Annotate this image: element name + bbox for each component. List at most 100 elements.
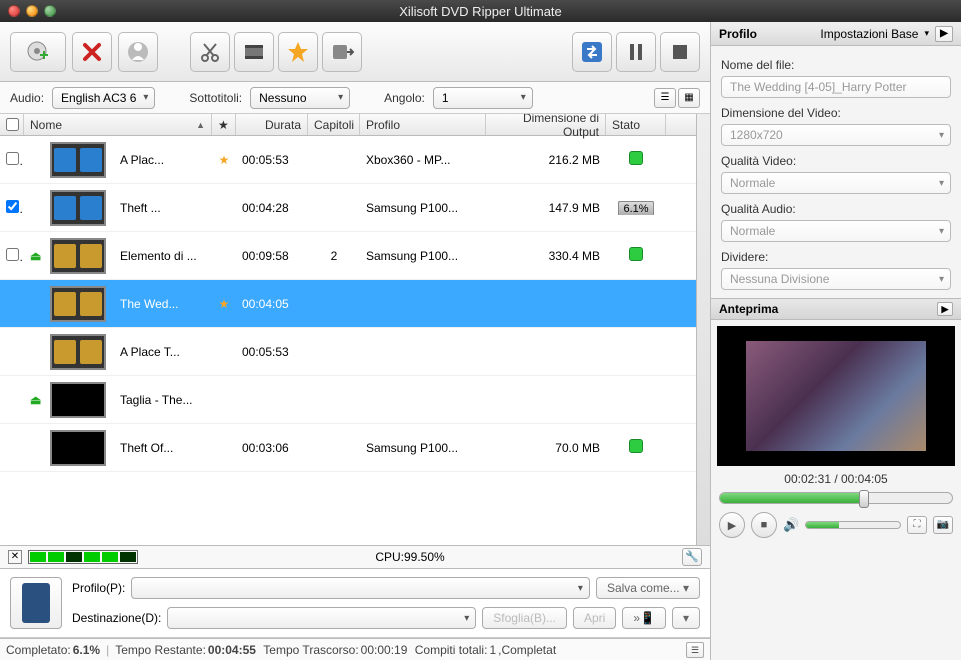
close-cpu-icon[interactable]: ✕: [8, 550, 22, 564]
status-bar: Completato: 6.1% | Tempo Restante: 00:04…: [0, 638, 710, 660]
video-q-select[interactable]: Normale: [721, 172, 951, 194]
col-profile[interactable]: Profilo: [360, 114, 486, 135]
info-button[interactable]: [118, 32, 158, 72]
status-ready-icon: [629, 247, 643, 261]
fullscreen-button[interactable]: ⛶: [907, 516, 927, 534]
tab-profile[interactable]: Profilo: [719, 27, 757, 41]
favorites-button[interactable]: [278, 32, 318, 72]
profile-select[interactable]: [131, 577, 590, 599]
vertical-scrollbar[interactable]: [696, 114, 710, 545]
file-table: Nome ★ Durata Capitoli Profilo Dimension…: [0, 114, 696, 545]
pause-button[interactable]: [616, 32, 656, 72]
row-name: Theft ...: [114, 201, 212, 215]
row-checkbox[interactable]: [6, 152, 19, 165]
split-select[interactable]: Nessuna Divisione: [721, 268, 951, 290]
snapshot-button[interactable]: 📷: [933, 516, 953, 534]
profile-label: Profilo(P):: [72, 581, 125, 595]
browse-button[interactable]: Sfoglia(B)...: [482, 607, 567, 629]
preview-time: 00:02:31 / 00:04:05: [717, 472, 955, 486]
send-to-device-button[interactable]: »📱: [622, 607, 666, 629]
col-chapters[interactable]: Capitoli: [308, 114, 360, 135]
col-duration[interactable]: Durata: [236, 114, 308, 135]
status-tasks-label: Compiti totali:: [415, 643, 488, 657]
panel-collapse-button[interactable]: ▶: [935, 26, 953, 42]
row-checkbox[interactable]: [6, 200, 19, 213]
open-button[interactable]: Apri: [573, 607, 616, 629]
minimize-window-icon[interactable]: [26, 5, 38, 17]
stop-preview-button[interactable]: ■: [751, 512, 777, 538]
row-checkbox[interactable]: [6, 248, 19, 261]
view-list-button[interactable]: ☰: [654, 88, 676, 108]
table-row[interactable]: Theft Of...00:03:06Samsung P100...70.0 M…: [0, 424, 696, 472]
export-button[interactable]: [322, 32, 362, 72]
status-completed-label: Completato:: [6, 643, 71, 657]
status-elapsed-value: 00:00:19: [361, 643, 408, 657]
destination-select[interactable]: [167, 607, 476, 629]
filename-label: Nome del file:: [721, 58, 951, 72]
angle-select[interactable]: 1: [433, 87, 533, 109]
row-profile: Xbox360 - MP...: [360, 153, 486, 167]
eject-icon: ⏏: [30, 249, 42, 263]
status-remaining-label: Tempo Restante:: [115, 643, 206, 657]
save-as-button[interactable]: Salva come... ▾: [596, 577, 700, 599]
task-list-button[interactable]: ☰: [686, 642, 704, 658]
star-icon[interactable]: ★: [219, 153, 230, 167]
select-all-checkbox[interactable]: [6, 118, 19, 131]
cpu-settings-button[interactable]: 🔧: [682, 548, 702, 566]
window-titlebar: Xilisoft DVD Ripper Ultimate: [0, 0, 961, 22]
cut-button[interactable]: [190, 32, 230, 72]
send-settings-button[interactable]: ▾: [672, 607, 700, 629]
effects-button[interactable]: [234, 32, 274, 72]
preview-collapse-button[interactable]: ▶: [937, 302, 953, 316]
zoom-window-icon[interactable]: [44, 5, 56, 17]
table-row[interactable]: ⏏Elemento di ...00:09:582Samsung P100...…: [0, 232, 696, 280]
preview-progress[interactable]: [719, 492, 953, 504]
video-dim-select[interactable]: 1280x720: [721, 124, 951, 146]
table-row[interactable]: The Wed...★00:04:05: [0, 280, 696, 328]
row-profile: Samsung P100...: [360, 249, 486, 263]
audio-q-select[interactable]: Normale: [721, 220, 951, 242]
profile-dest-row: Profilo(P): Salva come... ▾ Destinazione…: [0, 569, 710, 638]
filename-field[interactable]: The Wedding [4-05]_Harry Potter: [721, 76, 951, 98]
audio-select[interactable]: English AC3 6: [52, 87, 155, 109]
row-name: Elemento di ...: [114, 249, 212, 263]
device-thumbnail: [10, 577, 62, 629]
play-button[interactable]: ▶: [719, 512, 745, 538]
add-disc-button[interactable]: [10, 32, 66, 72]
volume-slider[interactable]: [805, 521, 901, 529]
row-duration: 00:05:53: [236, 345, 308, 359]
row-name: Taglia - The...: [114, 393, 212, 407]
row-output: 70.0 MB: [486, 441, 606, 455]
col-status[interactable]: Stato: [606, 114, 666, 135]
star-icon[interactable]: ★: [219, 297, 230, 311]
subtitle-select[interactable]: Nessuno: [250, 87, 350, 109]
table-row[interactable]: A Place T...00:05:53: [0, 328, 696, 376]
convert-button[interactable]: [572, 32, 612, 72]
table-row[interactable]: Theft ...00:04:28Samsung P100...147.9 MB…: [0, 184, 696, 232]
thumbnail-icon: [50, 334, 106, 370]
row-output: 147.9 MB: [486, 201, 606, 215]
table-row[interactable]: ⏏ Taglia - The...: [0, 376, 696, 424]
thumbnail-icon: [50, 382, 106, 418]
stop-button[interactable]: [660, 32, 700, 72]
delete-button[interactable]: [72, 32, 112, 72]
preview-viewport[interactable]: [717, 326, 955, 466]
row-profile: Samsung P100...: [360, 201, 486, 215]
row-duration: 00:03:06: [236, 441, 308, 455]
close-window-icon[interactable]: [8, 5, 20, 17]
thumbnail-icon: [50, 190, 106, 226]
view-grid-button[interactable]: ▦: [678, 88, 700, 108]
eject-icon: ⏏: [30, 393, 42, 407]
tab-settings[interactable]: Impostazioni Base: [820, 27, 929, 41]
row-chapters: 2: [308, 249, 360, 263]
col-output[interactable]: Dimensione di Output: [486, 114, 606, 135]
col-name[interactable]: Nome: [24, 114, 212, 135]
status-elapsed-label: Tempo Trascorso:: [263, 643, 358, 657]
table-row[interactable]: A Plac...★00:05:53Xbox360 - MP...216.2 M…: [0, 136, 696, 184]
audio-label: Audio:: [10, 91, 44, 105]
row-name: The Wed...: [114, 297, 212, 311]
destination-label: Destinazione(D):: [72, 611, 161, 625]
thumbnail-icon: [50, 238, 106, 274]
col-star[interactable]: ★: [212, 114, 236, 135]
volume-icon[interactable]: 🔊: [783, 517, 799, 533]
